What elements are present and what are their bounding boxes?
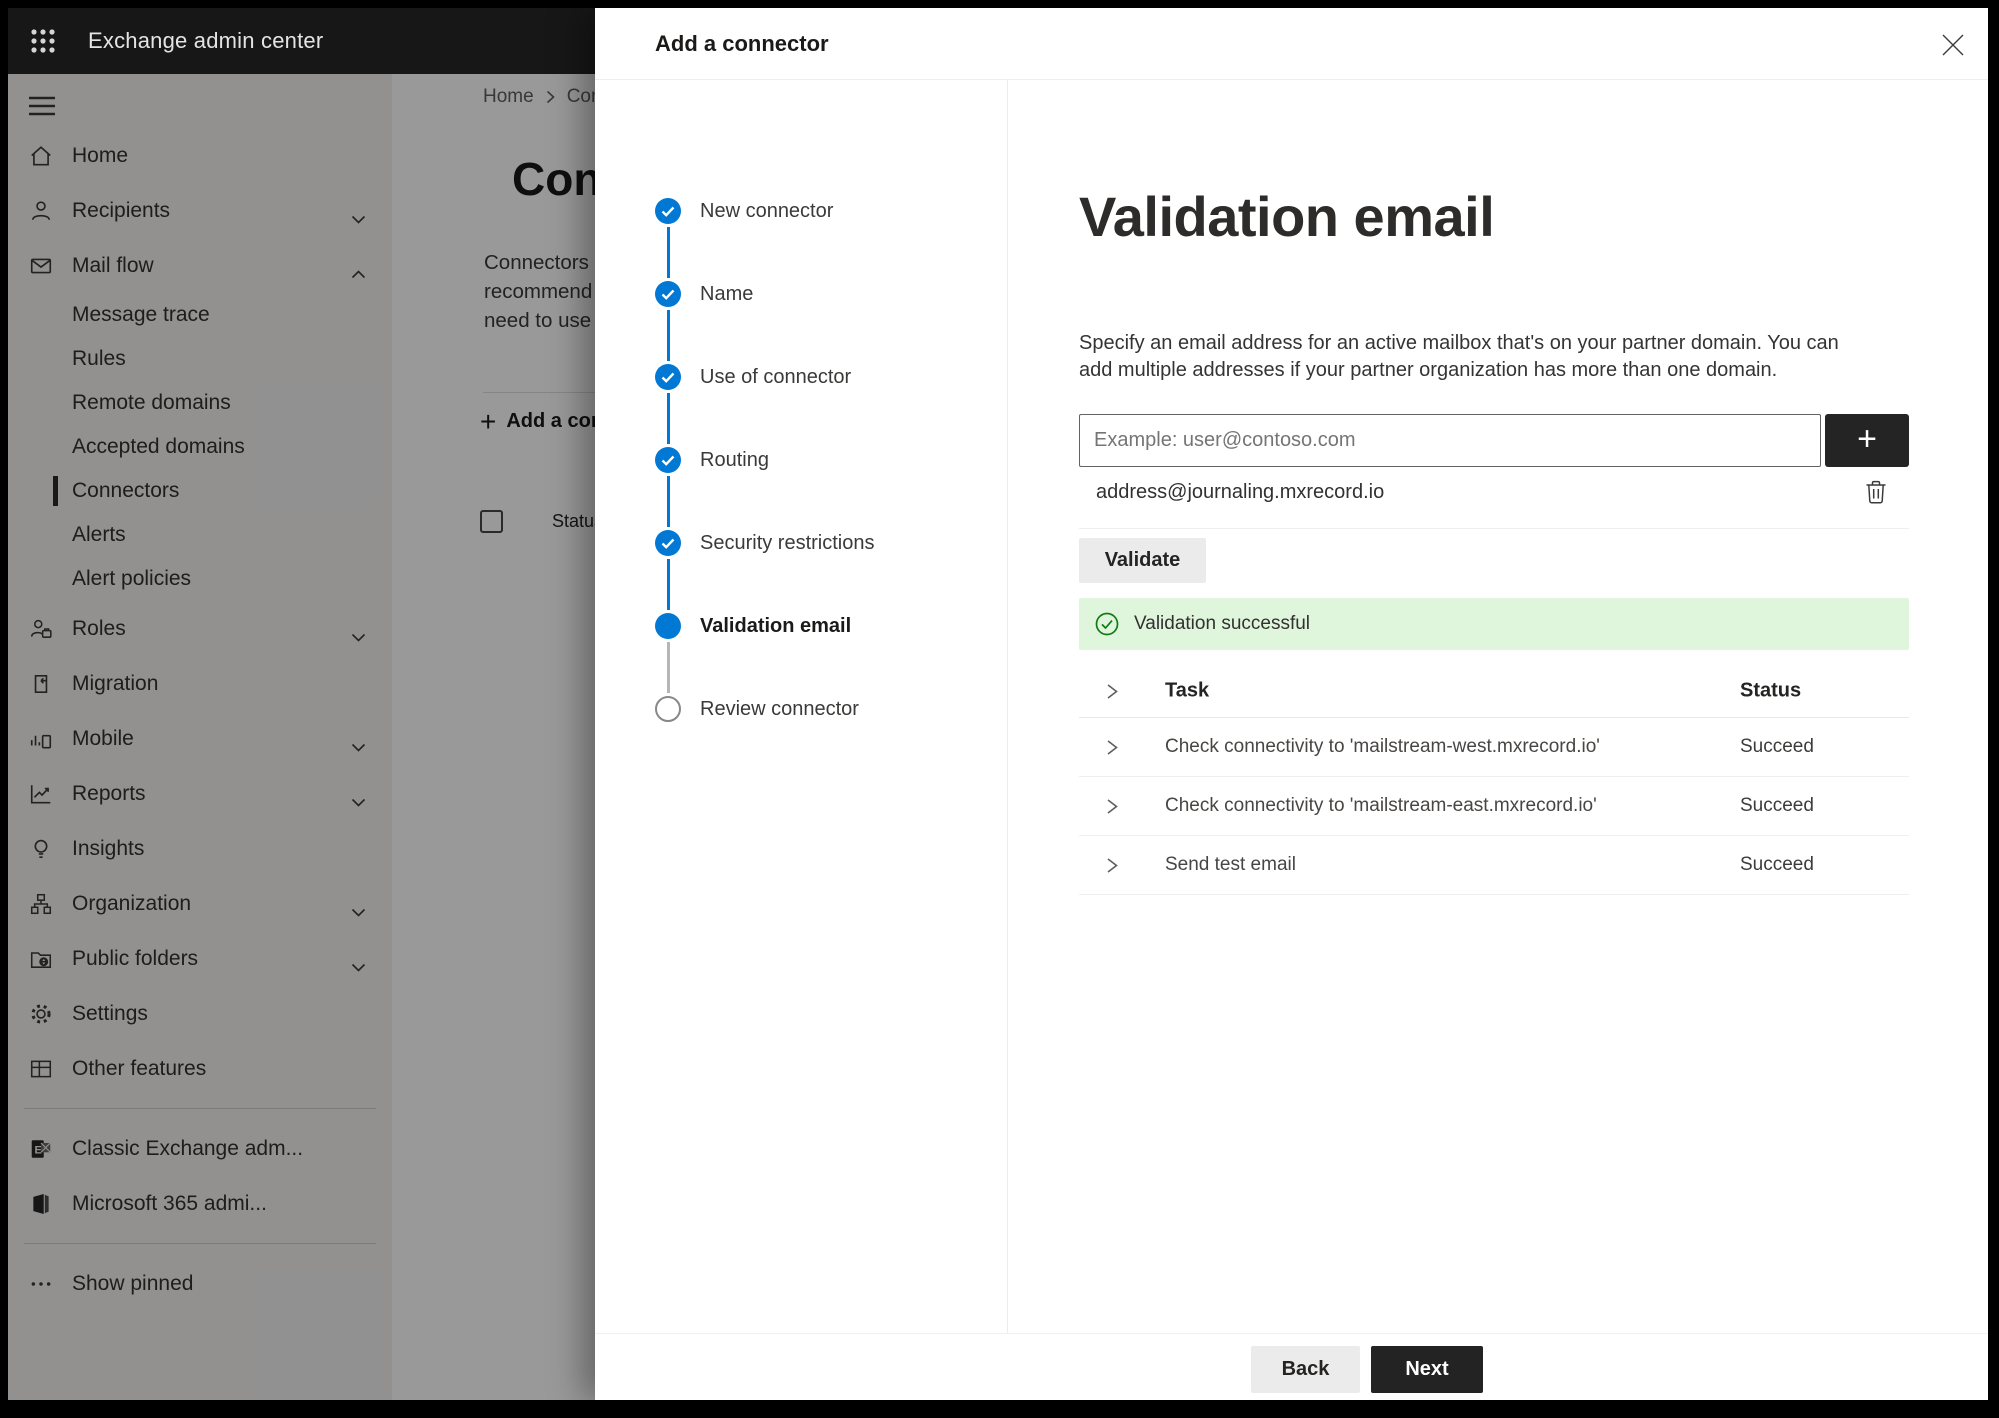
app-launcher-icon[interactable] <box>20 18 66 64</box>
panel-body: New connector Name Use of connector Routing… <box>595 80 1988 1333</box>
wizard-step-new-connector[interactable]: New connector <box>700 198 833 224</box>
table-row: Check connectivity to 'mailstream-east.m… <box>1079 777 1909 836</box>
workspace: Home Recipients Mail flow Message trace Rule… <box>8 74 595 1400</box>
wizard-step-use-of-connector[interactable]: Use of connector <box>700 364 851 390</box>
wizard-step-validation-email[interactable]: Validation email <box>700 613 851 639</box>
close-icon[interactable] <box>1934 26 1972 64</box>
success-check-icon <box>1094 611 1120 637</box>
panel-header: Add a connector <box>595 8 1988 80</box>
next-button[interactable]: Next <box>1371 1346 1483 1393</box>
table-row: Send test email Succeed <box>1079 836 1909 895</box>
status-cell: Succeed <box>1740 854 1814 875</box>
status-cell: Succeed <box>1740 795 1814 816</box>
task-cell: Send test email <box>1165 854 1296 875</box>
step-upcoming-icon <box>655 696 681 722</box>
task-cell: Check connectivity to 'mailstream-east.m… <box>1165 795 1597 816</box>
add-address-button[interactable]: + <box>1825 414 1909 467</box>
address-list-item: address@journaling.mxrecord.io <box>1079 470 1909 514</box>
wizard-step-review-connector[interactable]: Review connector <box>700 696 859 722</box>
row-expand-chevron-icon[interactable] <box>1105 857 1123 873</box>
wizard-step-name[interactable]: Name <box>700 281 753 307</box>
validation-success-banner: Validation successful <box>1079 598 1909 650</box>
email-input-row: + <box>1079 414 1909 467</box>
address-value: address@journaling.mxrecord.io <box>1096 480 1385 503</box>
table-header-row: Task Status <box>1079 665 1909 718</box>
step-connector-line <box>666 393 670 444</box>
wizard-step-security-restrictions[interactable]: Security restrictions <box>700 530 875 556</box>
modal-dim-overlay <box>8 74 595 1400</box>
validation-email-step-content: Validation email Specify an email addres… <box>1009 80 1988 1333</box>
validate-button[interactable]: Validate <box>1079 538 1206 583</box>
delete-address-icon[interactable] <box>1857 473 1895 511</box>
app-title: Exchange admin center <box>88 28 324 53</box>
email-address-input[interactable] <box>1079 414 1821 467</box>
step-current-icon <box>655 613 681 639</box>
validation-task-table: Task Status Check connectivity to 'mails… <box>1079 665 1909 895</box>
step-completed-check-icon <box>655 447 681 473</box>
step-completed-check-icon <box>655 198 681 224</box>
step-completed-check-icon <box>655 364 681 390</box>
wizard-steps: New connector Name Use of connector Routing… <box>595 80 1008 1333</box>
panel-title: Add a connector <box>655 30 829 56</box>
back-button[interactable]: Back <box>1251 1346 1360 1393</box>
step-completed-check-icon <box>655 530 681 556</box>
step-connector-line <box>666 642 670 693</box>
status-column-header: Status <box>1740 679 1802 702</box>
expand-all-chevron-icon[interactable] <box>1105 683 1123 699</box>
step-description: Specify an email address for an active m… <box>1079 332 1839 381</box>
step-connector-line <box>666 310 670 361</box>
step-connector-line <box>666 559 670 610</box>
step-connector-line <box>666 476 670 527</box>
row-expand-chevron-icon[interactable] <box>1105 798 1123 814</box>
task-cell: Check connectivity to 'mailstream-west.m… <box>1165 736 1600 757</box>
table-row: Check connectivity to 'mailstream-west.m… <box>1079 718 1909 777</box>
screenshot-frame: Exchange admin center Home Recipients Mail… <box>8 8 1988 1400</box>
plus-icon: + <box>1857 419 1877 458</box>
task-column-header: Task <box>1165 679 1210 702</box>
step-completed-check-icon <box>655 281 681 307</box>
divider <box>1079 528 1909 529</box>
panel-footer: Back Next <box>595 1333 1988 1400</box>
step-heading: Validation email <box>1079 185 1495 248</box>
wizard-step-routing[interactable]: Routing <box>700 447 769 473</box>
success-message: Validation successful <box>1134 613 1311 634</box>
status-cell: Succeed <box>1740 736 1814 757</box>
row-expand-chevron-icon[interactable] <box>1105 739 1123 755</box>
step-connector-line <box>666 227 670 278</box>
add-connector-panel: Add a connector New connector Name Use of … <box>595 8 1988 1400</box>
